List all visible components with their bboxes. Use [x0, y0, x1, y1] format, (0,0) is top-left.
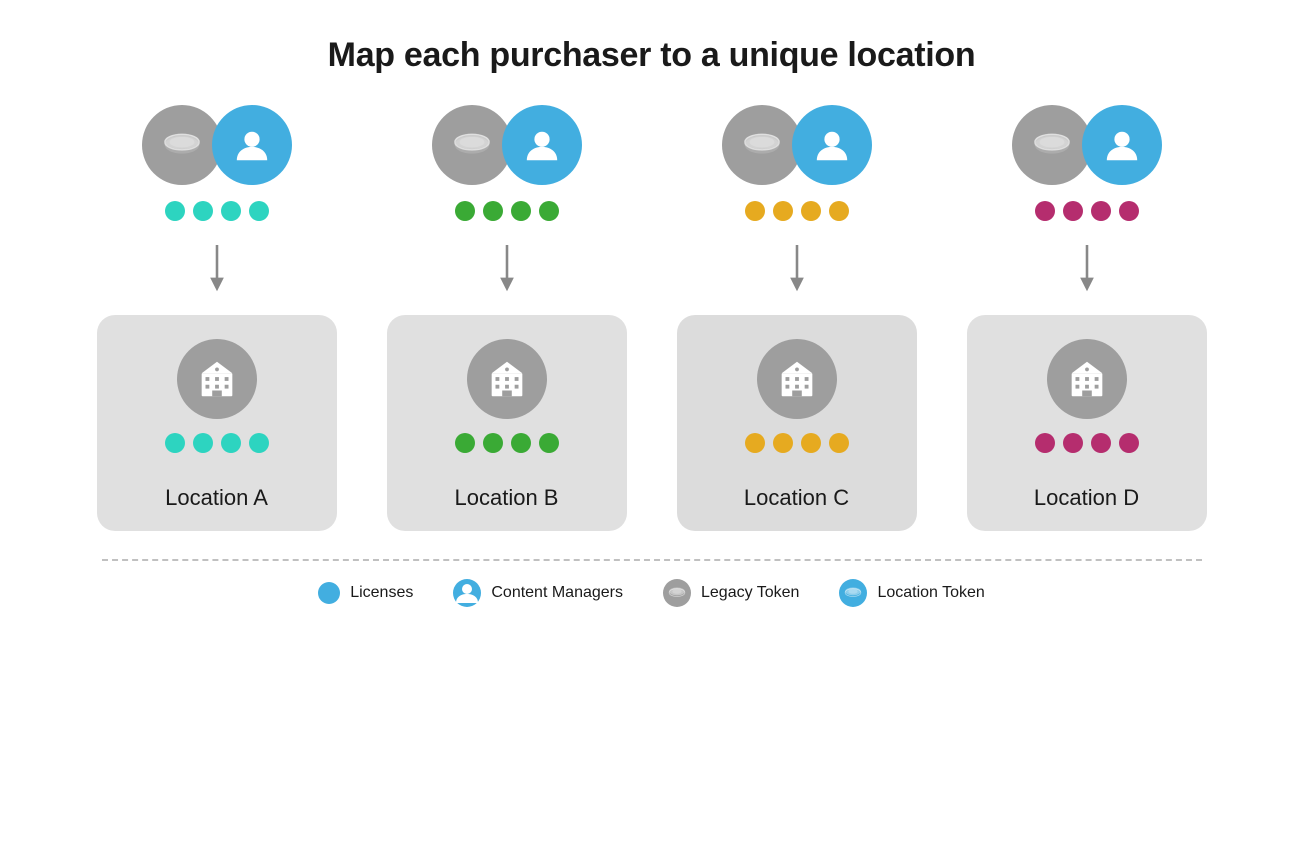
dot-c-2: [801, 201, 821, 221]
building-icon-a: [177, 339, 257, 419]
columns-row: Location A: [0, 105, 1303, 531]
location-card-a: Location A: [97, 315, 337, 531]
icon-pair-a: [142, 105, 292, 185]
legend-item-content-managers: Content Managers: [453, 579, 623, 607]
person-icon-d: [1082, 105, 1162, 185]
legend-item-legacy-token: Legacy Token: [663, 579, 799, 607]
location-card-c: Location C: [677, 315, 917, 531]
card-dot-c-0: [745, 433, 765, 453]
card-dot-c-1: [773, 433, 793, 453]
card-dot-a-1: [193, 433, 213, 453]
person-icon-a: [212, 105, 292, 185]
building-icon-d: [1047, 339, 1127, 419]
legend-label-legacy-token: Legacy Token: [701, 584, 799, 602]
card-dots-b: [455, 433, 559, 453]
card-dots-d: [1035, 433, 1139, 453]
card-dot-b-3: [539, 433, 559, 453]
dot-d-3: [1119, 201, 1139, 221]
card-dot-a-2: [221, 433, 241, 453]
dot-d-1: [1063, 201, 1083, 221]
legend-icon-licenses: [318, 582, 340, 604]
card-dot-c-2: [801, 433, 821, 453]
token-icon-b: [432, 105, 512, 185]
main-content: Location A: [0, 105, 1303, 859]
legend-icon-content-managers: [453, 579, 481, 607]
dot-a-0: [165, 201, 185, 221]
legend-item-licenses: Licenses: [318, 582, 413, 604]
arrow-b: [495, 239, 519, 299]
card-dot-a-3: [249, 433, 269, 453]
card-dots-a: [165, 433, 269, 453]
legend-label-location-token: Location Token: [877, 584, 984, 602]
dot-b-3: [539, 201, 559, 221]
person-icon-c: [792, 105, 872, 185]
divider: [102, 559, 1202, 561]
location-label-c: Location C: [744, 485, 849, 511]
card-dot-b-0: [455, 433, 475, 453]
dots-row-a: [165, 201, 269, 221]
dot-c-1: [773, 201, 793, 221]
arrow-d: [1075, 239, 1099, 299]
icon-pair-c: [722, 105, 872, 185]
column-d: Location D: [957, 105, 1217, 531]
dot-a-2: [221, 201, 241, 221]
dot-a-3: [249, 201, 269, 221]
dot-d-0: [1035, 201, 1055, 221]
legend-item-location-token: Location Token: [839, 579, 984, 607]
dot-b-1: [483, 201, 503, 221]
dot-d-2: [1091, 201, 1111, 221]
icon-pair-d: [1012, 105, 1162, 185]
legend-label-content-managers: Content Managers: [491, 584, 623, 602]
dot-c-3: [829, 201, 849, 221]
card-dots-c: [745, 433, 849, 453]
card-dot-d-0: [1035, 433, 1055, 453]
icon-pair-b: [432, 105, 582, 185]
legend-row: Licenses Content Managers Legacy Token: [238, 579, 1065, 607]
legend-label-licenses: Licenses: [350, 584, 413, 602]
location-label-d: Location D: [1034, 485, 1139, 511]
dot-b-0: [455, 201, 475, 221]
card-dot-c-3: [829, 433, 849, 453]
card-dot-d-3: [1119, 433, 1139, 453]
dots-row-c: [745, 201, 849, 221]
location-card-d: Location D: [967, 315, 1207, 531]
location-label-a: Location A: [165, 485, 268, 511]
card-dot-b-2: [511, 433, 531, 453]
card-dot-d-1: [1063, 433, 1083, 453]
card-dot-d-2: [1091, 433, 1111, 453]
dot-a-1: [193, 201, 213, 221]
location-card-b: Location B: [387, 315, 627, 531]
building-icon-b: [467, 339, 547, 419]
arrow-a: [205, 239, 229, 299]
legend-icon-location-token: [839, 579, 867, 607]
person-icon-b: [502, 105, 582, 185]
dots-row-d: [1035, 201, 1139, 221]
dots-row-b: [455, 201, 559, 221]
dot-c-0: [745, 201, 765, 221]
building-icon-c: [757, 339, 837, 419]
card-dot-a-0: [165, 433, 185, 453]
token-icon-a: [142, 105, 222, 185]
legend-icon-legacy-token: [663, 579, 691, 607]
card-dot-b-1: [483, 433, 503, 453]
arrow-c: [785, 239, 809, 299]
page-title: Map each purchaser to a unique location: [328, 36, 976, 75]
column-b: Location B: [377, 105, 637, 531]
column-a: Location A: [87, 105, 347, 531]
location-label-b: Location B: [455, 485, 559, 511]
token-icon-d: [1012, 105, 1092, 185]
token-icon-c: [722, 105, 802, 185]
dot-b-2: [511, 201, 531, 221]
column-c: Location C: [667, 105, 927, 531]
